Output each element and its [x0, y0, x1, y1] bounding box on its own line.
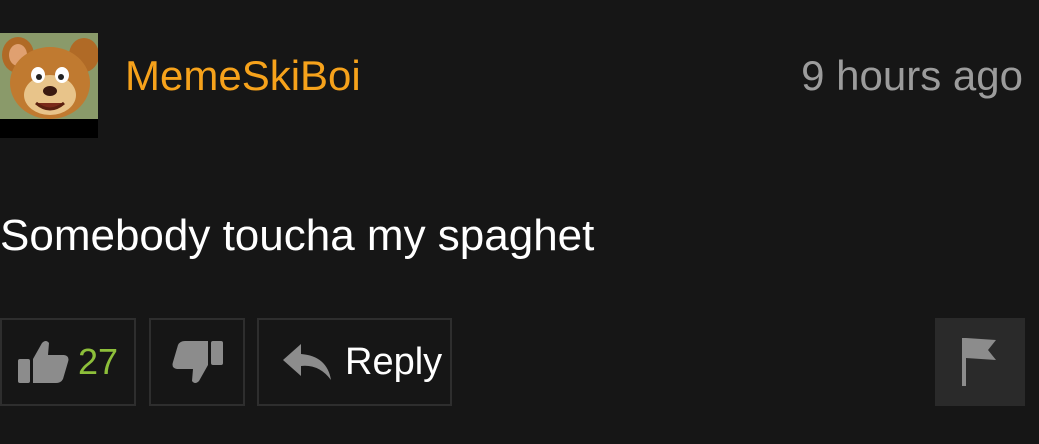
- comment-timestamp: 9 hours ago: [801, 52, 1023, 99]
- reply-button[interactable]: Reply: [257, 318, 452, 406]
- flag-icon: [962, 336, 998, 388]
- username[interactable]: MemeSkiBoi: [125, 50, 361, 102]
- thumbs-up-icon: [18, 339, 70, 385]
- like-button[interactable]: 27: [0, 318, 136, 406]
- avatar[interactable]: [0, 33, 98, 138]
- flag-button[interactable]: [935, 318, 1025, 406]
- reply-label: Reply: [345, 340, 443, 383]
- reply-arrow-icon: [281, 342, 333, 382]
- dislike-button[interactable]: [149, 318, 245, 406]
- like-count: 27: [78, 341, 119, 382]
- thumbs-down-icon: [171, 339, 223, 385]
- comment-text: Somebody toucha my spaghet: [0, 211, 595, 260]
